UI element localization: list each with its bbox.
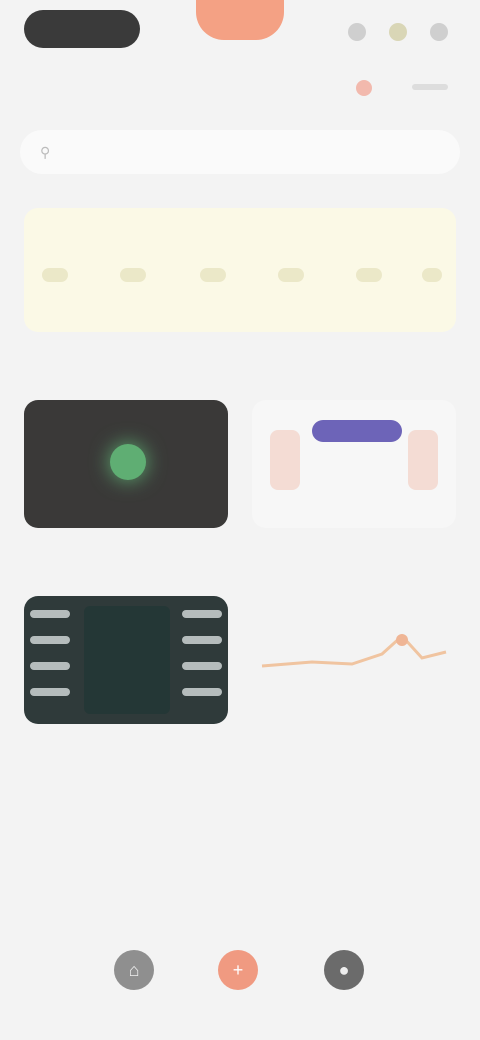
create-nav-button[interactable]: +: [218, 950, 258, 990]
decor-shape: [408, 430, 438, 490]
menu-icon[interactable]: [430, 23, 448, 41]
promo-banner[interactable]: [24, 208, 456, 332]
chart-line: [261, 633, 447, 668]
search-icon: ⚲: [40, 144, 51, 160]
banner-chip: [42, 268, 68, 282]
row-stripe: [182, 662, 222, 670]
card-label-4: [252, 734, 456, 756]
row-stripe: [182, 688, 222, 696]
center-title: [200, 72, 280, 100]
card-thumbnail-2[interactable]: [252, 400, 456, 528]
card-label-2: [252, 538, 456, 560]
card-label-1: [24, 538, 228, 560]
row-stripe: [30, 662, 70, 670]
banner-chip: [200, 268, 226, 282]
left-section-title: [26, 344, 226, 368]
notification-icon[interactable]: [348, 23, 366, 41]
brand-tab[interactable]: [196, 0, 284, 40]
card-thumbnail-3[interactable]: [24, 596, 228, 724]
glow-graphic: [110, 444, 146, 480]
row-stripe: [30, 610, 70, 618]
indicator-dot: [356, 80, 372, 96]
row-stripe: [30, 688, 70, 696]
profile-icon: ●: [338, 959, 350, 980]
row-stripe: [182, 610, 222, 618]
banner-chip: [278, 268, 304, 282]
row-stripe: [182, 636, 222, 644]
profile-nav-button[interactable]: ●: [324, 950, 364, 990]
home-nav-button[interactable]: ⌂: [114, 950, 154, 990]
chart-point: [396, 634, 408, 646]
banner-chip: [356, 268, 382, 282]
search-input[interactable]: [64, 143, 428, 161]
app-screen: ⚲ ⌂ + ●: [0, 0, 480, 1040]
search-bar[interactable]: ⚲: [20, 130, 460, 174]
top-bar: [0, 0, 480, 110]
card-label-3: [24, 734, 228, 756]
center-panel: [84, 606, 170, 714]
row-stripe: [30, 636, 70, 644]
home-icon: ⌂: [128, 959, 140, 980]
banner-chip: [120, 268, 146, 282]
banner-chip: [422, 268, 442, 282]
right-section-title: [252, 344, 452, 368]
indicator-bar: [412, 84, 448, 90]
card-thumbnail-1[interactable]: [24, 400, 228, 528]
coin-icon[interactable]: [389, 23, 407, 41]
decor-shape: [270, 430, 300, 490]
decor-band: [312, 420, 402, 442]
mode-toggle-button[interactable]: [24, 10, 140, 48]
plus-icon: +: [232, 959, 244, 980]
chart-graphic: [261, 633, 447, 668]
card-thumbnail-4[interactable]: [252, 596, 456, 724]
top-actions: [348, 18, 448, 46]
bottom-navigation: ⌂ + ●: [0, 930, 480, 1040]
